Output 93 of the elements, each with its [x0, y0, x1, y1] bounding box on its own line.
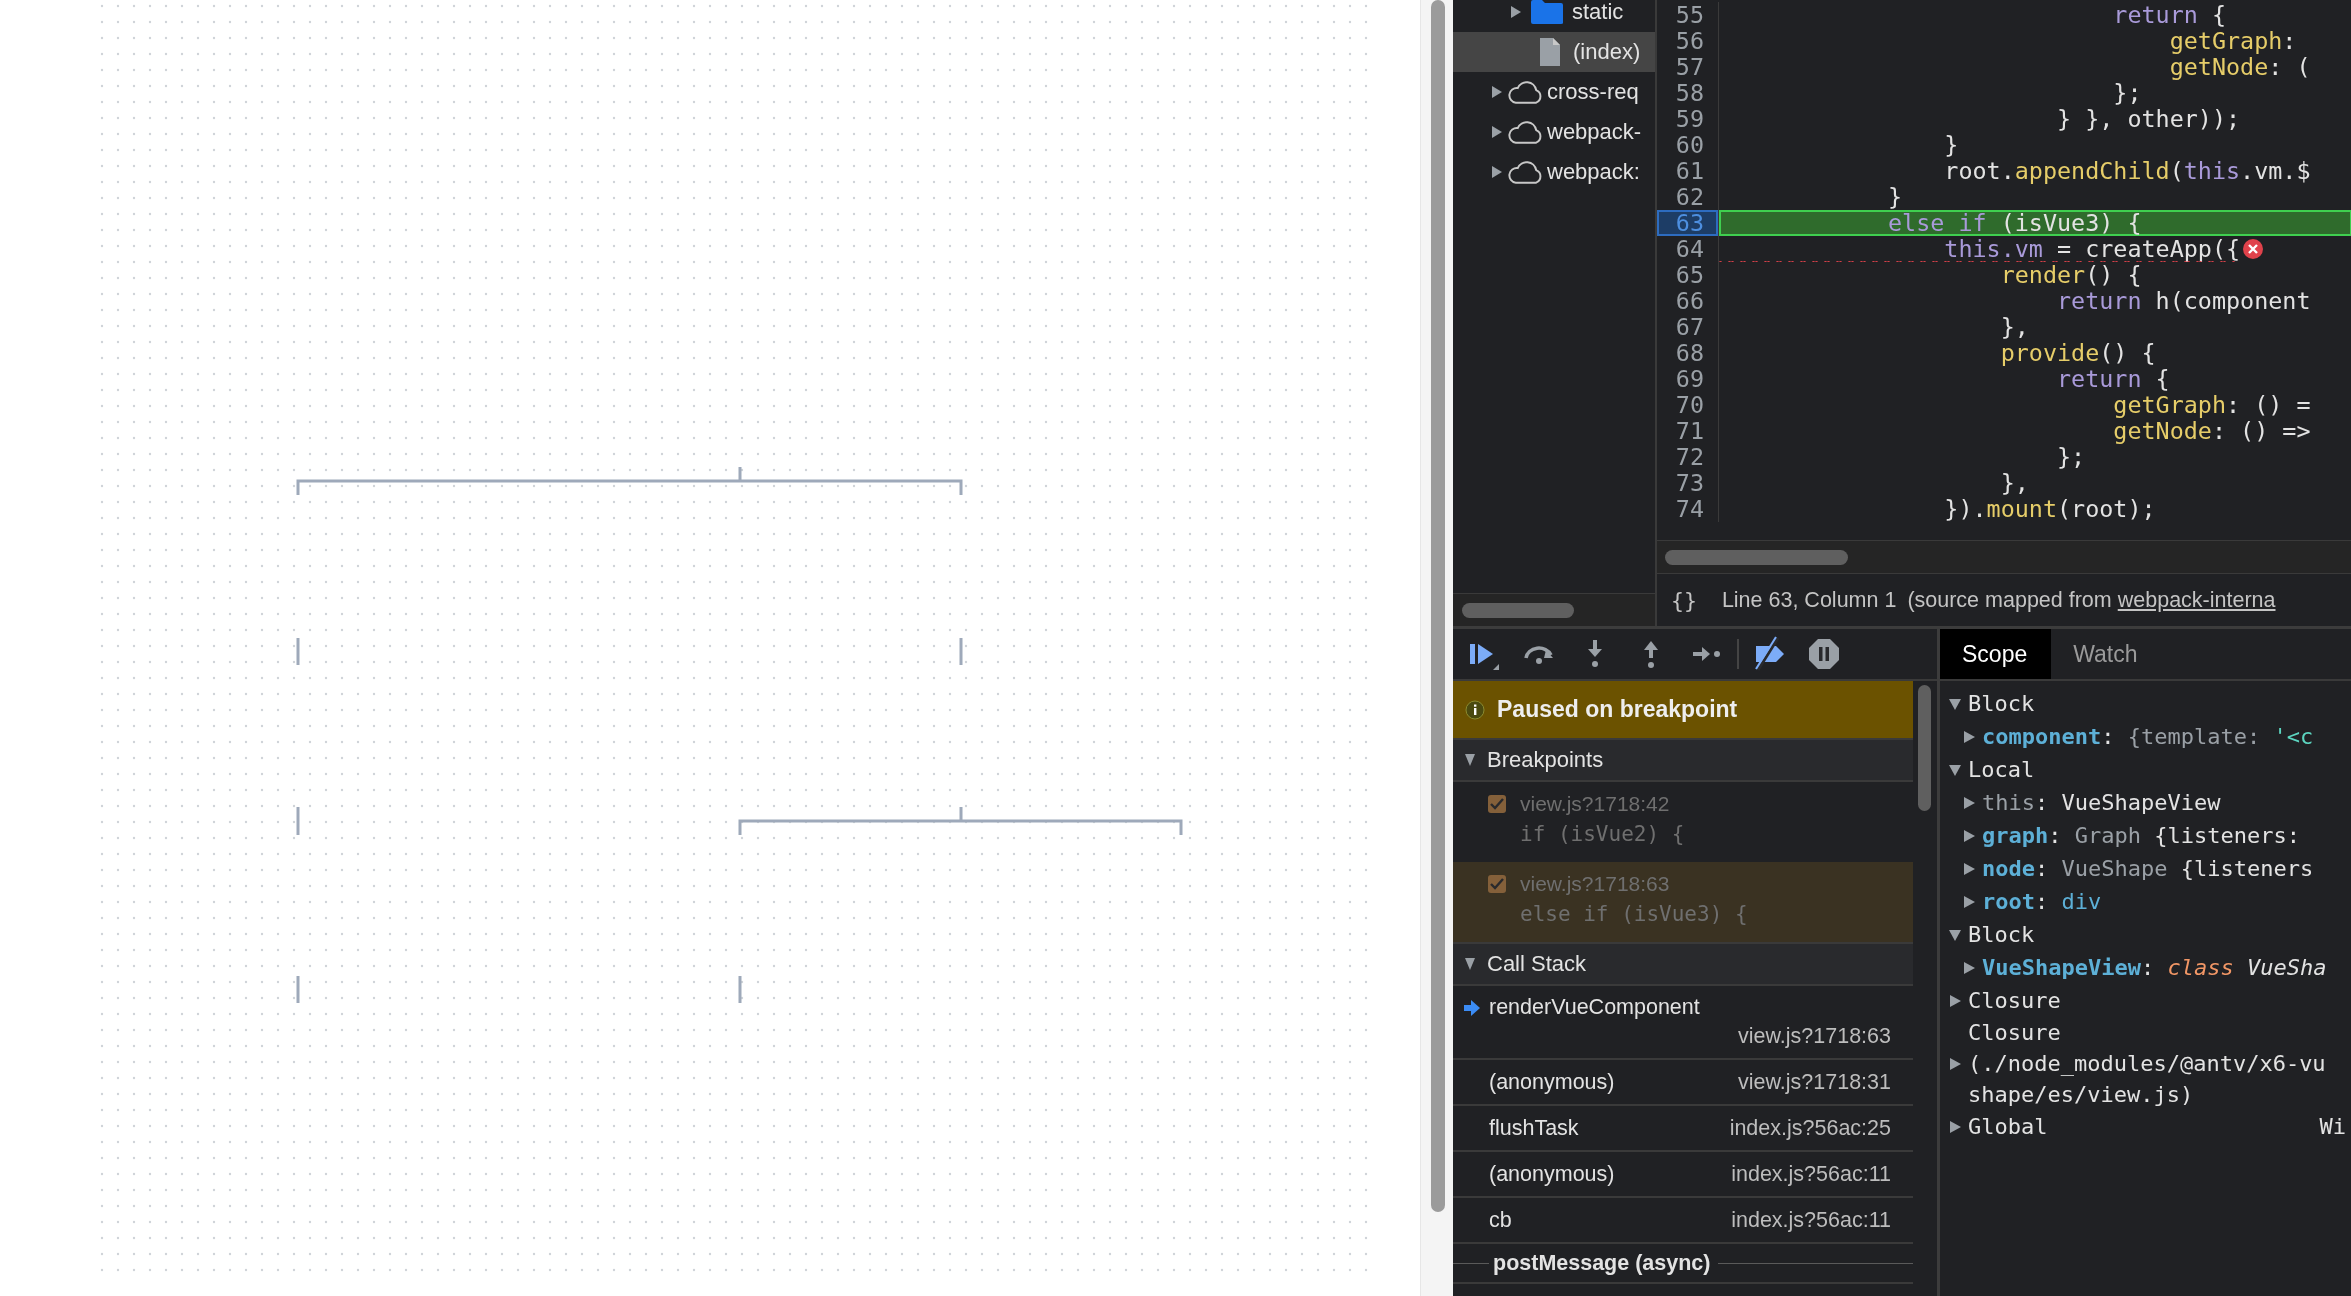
file-tree-item[interactable]: webpack- — [1547, 119, 1642, 145]
file-tree-item[interactable]: webpack: — [1547, 159, 1640, 185]
scope-value: Wi — [2319, 1114, 2347, 1139]
code-line: }; — [2112, 80, 2142, 106]
expand-arrow-icon[interactable] — [1948, 993, 1962, 1008]
code-line: else if (isVue3) { — [1887, 210, 2142, 236]
code-line: root.appendChild(this.vm.$ — [1943, 158, 2311, 184]
code-line: }, — [1999, 314, 2029, 340]
file-tree-item[interactable]: static — [1572, 0, 1624, 25]
expand-arrow-icon[interactable] — [1962, 828, 1976, 843]
expand-arrow-icon[interactable] — [1491, 125, 1503, 139]
code-line: }; — [2055, 444, 2086, 470]
code-line: getGraph: — [2168, 28, 2297, 54]
scrollbar-thumb[interactable] — [1665, 549, 1848, 565]
section-title[interactable]: Call Stack — [1487, 951, 1587, 977]
file-tree-item[interactable]: cross-req — [1547, 79, 1639, 105]
code-line: } — [1887, 184, 1903, 210]
scope-property[interactable]: component: {template: '<c — [1982, 724, 2314, 749]
scope-property[interactable]: VueShapeView: class VueSha — [1982, 955, 2327, 980]
code-line: }).mount(root); — [1943, 496, 2156, 522]
expand-arrow-icon[interactable] — [1948, 696, 1962, 711]
breakpoint-checkbox[interactable] — [1488, 795, 1506, 813]
pause-exceptions-icon[interactable] — [1806, 636, 1842, 672]
frame-location[interactable]: view.js?1718:31 — [1738, 1069, 1891, 1095]
scrollbar-thumb[interactable] — [1462, 602, 1574, 618]
stack-frame[interactable]: renderVueComponent — [1489, 995, 1891, 1020]
expand-arrow-icon[interactable] — [1510, 5, 1522, 19]
expand-arrow-icon[interactable] — [1962, 960, 1976, 975]
code-line: getGraph: () = — [2112, 392, 2311, 418]
breakpoint-code: if (isVue2) { — [1520, 822, 1685, 846]
scope-section[interactable]: Global — [1968, 1114, 2048, 1139]
expand-arrow-icon[interactable] — [1948, 762, 1962, 777]
section-title[interactable]: Breakpoints — [1487, 747, 1604, 773]
pretty-print-button[interactable]: {} — [1671, 587, 1697, 613]
expand-arrow-icon[interactable] — [1948, 1119, 1962, 1134]
frame-location[interactable]: index.js?56ac:25 — [1729, 1115, 1891, 1141]
scope-property[interactable]: this: VueShapeView — [1982, 790, 2221, 815]
source-map-link[interactable]: webpack-interna — [2117, 587, 2276, 613]
code-line: getNode: ( — [2168, 54, 2311, 80]
scope-property[interactable]: root: div — [1982, 889, 2102, 914]
cloud-icon — [1508, 160, 1542, 184]
panel-tab[interactable]: Scope — [1940, 629, 2052, 679]
frame-location[interactable]: index.js?56ac:11 — [1731, 1161, 1891, 1187]
code-line: } — [1943, 132, 1959, 158]
frame-location[interactable]: index.js?56ac:11 — [1731, 1207, 1891, 1233]
panel-tab[interactable]: Watch — [2051, 629, 2162, 679]
scope-section[interactable]: Closure — [1968, 1017, 2326, 1048]
paused-message: Paused on breakpoint — [1497, 696, 1738, 723]
scope-property[interactable]: node: VueShape {listeners — [1982, 856, 2314, 881]
expand-arrow-icon[interactable] — [1464, 957, 1476, 971]
cloud-icon — [1508, 80, 1542, 104]
code-line: return { — [2112, 2, 2226, 28]
scrollbar-thumb[interactable] — [1431, 0, 1445, 1212]
code-line: return { — [2055, 366, 2170, 392]
code-line: } }, other)); — [2055, 106, 2241, 132]
scope-section-path: shape/es/view.js) — [1968, 1081, 2195, 1109]
expand-arrow-icon[interactable] — [1962, 894, 1976, 909]
scope-section[interactable]: Local — [1968, 757, 2035, 782]
folder-icon — [1530, 0, 1564, 25]
error-icon — [2242, 238, 2265, 260]
frame-location[interactable]: view.js?1718:63 — [1463, 1024, 1891, 1049]
expand-arrow-icon[interactable] — [1962, 795, 1976, 810]
expand-arrow-icon[interactable] — [1948, 1056, 1962, 1071]
file-icon — [1539, 37, 1561, 67]
expand-arrow-icon[interactable] — [1464, 753, 1476, 767]
scope-section[interactable]: Block — [1968, 922, 2035, 947]
source-map-text: (source mapped from — [1907, 587, 2112, 613]
scope-section[interactable]: Closure — [1968, 988, 2061, 1013]
expand-arrow-icon[interactable] — [1962, 729, 1976, 744]
scrollbar-thumb[interactable] — [1918, 685, 1931, 811]
stack-frame[interactable]: cb — [1489, 1207, 1732, 1233]
info-icon — [1465, 699, 1485, 720]
code-line: render() { — [1999, 262, 2142, 288]
code-line: getNode: () => — [2112, 418, 2311, 444]
cursor-position: Line 63, Column 1 — [1721, 587, 1897, 613]
scope-property[interactable]: graph: Graph {listeners: — [1982, 823, 2314, 848]
expand-arrow-icon[interactable] — [1948, 927, 1962, 942]
breakpoint-code: else if (isVue3) { — [1520, 902, 1748, 926]
scope-section[interactable]: Block — [1968, 691, 2035, 716]
expand-arrow-icon[interactable] — [1491, 165, 1503, 179]
code-line: provide() { — [1999, 340, 2156, 366]
code-line: this.vm = createApp({ — [1719, 236, 2241, 262]
stack-frame[interactable]: (anonymous) — [1489, 1069, 1738, 1095]
stack-frame[interactable]: flushTask — [1489, 1115, 1730, 1141]
current-frame-arrow-icon — [1463, 998, 1481, 1017]
stack-frame[interactable]: (anonymous) — [1489, 1161, 1732, 1187]
expand-arrow-icon[interactable] — [1962, 861, 1976, 876]
cloud-icon — [1508, 120, 1542, 144]
breakpoint-checkbox[interactable] — [1488, 875, 1506, 893]
scope-section-path: (./node_modules/@antv/x6-vu — [1968, 1050, 2326, 1078]
expand-arrow-icon[interactable] — [1491, 85, 1503, 99]
code-line: }, — [1999, 470, 2029, 496]
code-line: return h(component — [2055, 288, 2311, 314]
